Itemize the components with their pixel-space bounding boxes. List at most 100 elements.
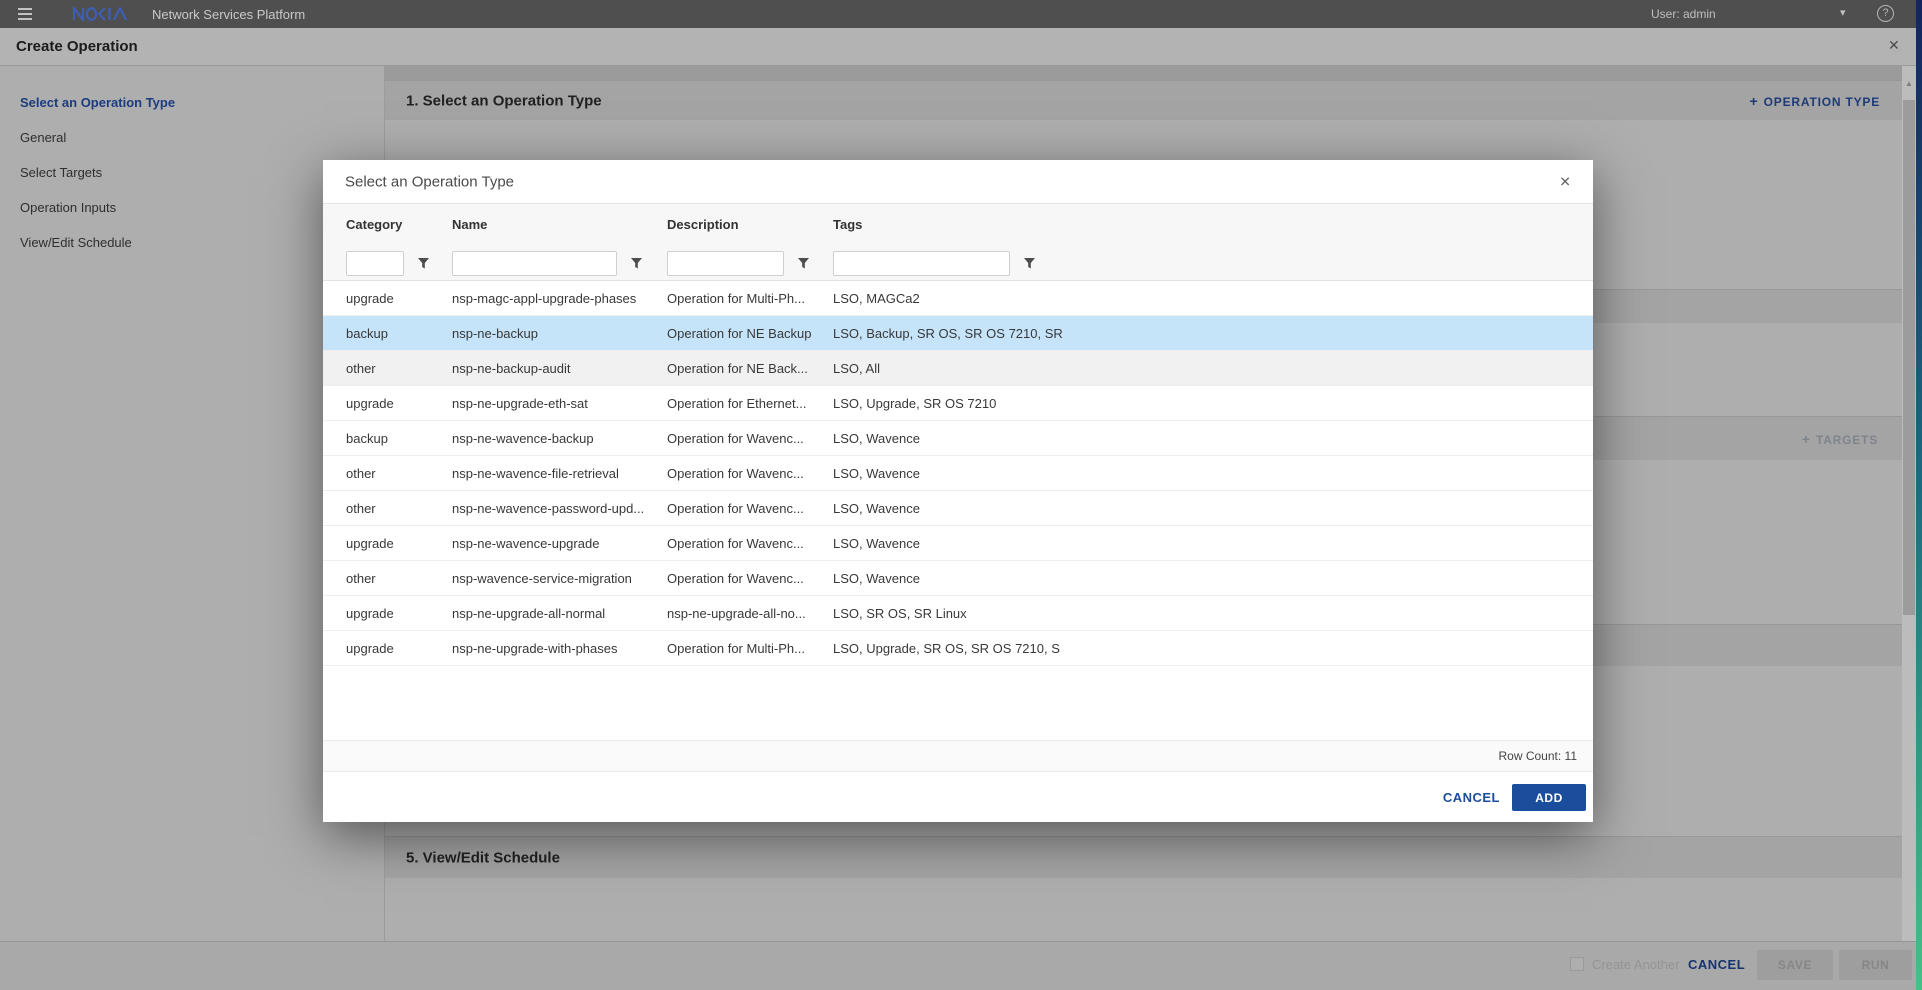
cell-description: Operation for Wavenc... [667, 501, 833, 516]
filter-category-input[interactable] [346, 251, 404, 276]
table-row[interactable]: upgrade nsp-ne-upgrade-eth-sat Operation… [323, 386, 1593, 421]
cell-description: Operation for Wavenc... [667, 466, 833, 481]
filter-funnel-icon[interactable] [1024, 258, 1035, 269]
table-column-labels: Category Name Description Tags [323, 204, 1593, 245]
cell-description: Operation for Ethernet... [667, 396, 833, 411]
plus-icon: + [1749, 93, 1757, 109]
cell-category: upgrade [346, 536, 452, 551]
cell-tags: LSO, Wavence [833, 431, 1593, 446]
menu-icon[interactable] [18, 8, 32, 20]
cell-name: nsp-ne-upgrade-with-phases [452, 641, 667, 656]
cell-tags: LSO, SR OS, SR Linux [833, 606, 1593, 621]
cell-category: other [346, 501, 452, 516]
cell-name: nsp-ne-backup-audit [452, 361, 667, 376]
dialog-add-button[interactable]: ADD [1512, 784, 1586, 811]
plus-icon: + [1802, 431, 1810, 447]
save-button[interactable]: SAVE [1757, 950, 1833, 980]
section-1-title: 1. Select an Operation Type [406, 92, 602, 109]
cell-tags: LSO, Wavence [833, 571, 1593, 586]
filter-funnel-icon[interactable] [631, 258, 642, 269]
run-button[interactable]: RUN [1839, 950, 1912, 980]
add-targets-button[interactable]: +TARGETS [1802, 431, 1878, 447]
table-row[interactable]: backup nsp-ne-backup Operation for NE Ba… [323, 316, 1593, 351]
dialog-title: Select an Operation Type [345, 173, 514, 190]
filter-tags-input[interactable] [833, 251, 1010, 276]
help-icon[interactable]: ? [1877, 5, 1894, 22]
sidebar-item-select-operation-type[interactable]: Select an Operation Type [0, 85, 384, 120]
cell-name: nsp-ne-wavence-file-retrieval [452, 466, 667, 481]
cell-description: Operation for Multi-Ph... [667, 641, 833, 656]
table-row[interactable]: other nsp-wavence-service-migration Oper… [323, 561, 1593, 596]
section-1-header: 1. Select an Operation Type +OPERATION T… [385, 80, 1902, 120]
cell-category: other [346, 361, 452, 376]
chevron-down-icon[interactable]: ▾ [1840, 6, 1846, 19]
table-row[interactable]: upgrade nsp-ne-upgrade-with-phases Opera… [323, 631, 1593, 666]
cell-name: nsp-magc-appl-upgrade-phases [452, 291, 667, 306]
cell-name: nsp-ne-upgrade-all-normal [452, 606, 667, 621]
table-header: Category Name Description Tags [323, 204, 1593, 281]
cell-category: upgrade [346, 396, 452, 411]
cell-tags: LSO, Backup, SR OS, SR OS 7210, SR [833, 326, 1593, 341]
page-background-gap [385, 66, 1902, 80]
cell-description: nsp-ne-upgrade-all-no... [667, 606, 833, 621]
table-row[interactable]: other nsp-ne-wavence-password-upd... Ope… [323, 491, 1593, 526]
column-tags: Tags [833, 217, 1593, 232]
table-row[interactable]: upgrade nsp-ne-upgrade-all-normal nsp-ne… [323, 596, 1593, 631]
user-menu[interactable]: User: admin [1651, 7, 1716, 21]
cell-name: nsp-ne-backup [452, 326, 667, 341]
cell-name: nsp-ne-wavence-password-upd... [452, 501, 667, 516]
table-footer: Row Count: 11 [323, 740, 1593, 772]
column-category: Category [346, 217, 452, 232]
brand-edge-stripe [1916, 0, 1922, 990]
filter-funnel-icon[interactable] [798, 258, 809, 269]
filter-description-input[interactable] [667, 251, 784, 276]
cell-description: Operation for Wavenc... [667, 431, 833, 446]
cell-description: Operation for NE Back... [667, 361, 833, 376]
operation-table-body: upgrade nsp-magc-appl-upgrade-phases Ope… [323, 281, 1593, 666]
table-row[interactable]: other nsp-ne-backup-audit Operation for … [323, 351, 1593, 386]
page-bar: Create Operation ✕ [0, 28, 1922, 66]
cell-category: upgrade [346, 641, 452, 656]
dialog-cancel-button[interactable]: CANCEL [1443, 790, 1500, 805]
cell-tags: LSO, Upgrade, SR OS 7210 [833, 396, 1593, 411]
cell-tags: LSO, Wavence [833, 501, 1593, 516]
cell-name: nsp-ne-wavence-upgrade [452, 536, 667, 551]
cell-tags: LSO, Wavence [833, 536, 1593, 551]
nokia-logo [72, 7, 130, 21]
column-description: Description [667, 217, 833, 232]
table-row[interactable]: backup nsp-ne-wavence-backup Operation f… [323, 421, 1593, 456]
sidebar-item-general[interactable]: General [0, 120, 384, 155]
scrollbar-up-icon[interactable]: ▲ [1903, 79, 1915, 88]
table-row[interactable]: upgrade nsp-magc-appl-upgrade-phases Ope… [323, 281, 1593, 316]
screen: Network Services Platform User: admin ▾ … [0, 0, 1922, 990]
add-operation-type-button[interactable]: +OPERATION TYPE [1749, 93, 1880, 109]
top-bar: Network Services Platform User: admin ▾ … [0, 0, 1922, 28]
cell-tags: LSO, Wavence [833, 466, 1593, 481]
table-row[interactable]: other nsp-ne-wavence-file-retrieval Oper… [323, 456, 1593, 491]
table-row[interactable]: upgrade nsp-ne-wavence-upgrade Operation… [323, 526, 1593, 561]
filter-name-input[interactable] [452, 251, 617, 276]
section-5-header: 5. View/Edit Schedule [385, 836, 1902, 878]
scrollbar-thumb[interactable] [1903, 100, 1915, 615]
cancel-button[interactable]: CANCEL [1688, 957, 1745, 972]
dialog-titlebar: Select an Operation Type ✕ [323, 160, 1593, 204]
table-filter-row [323, 245, 1593, 281]
filter-funnel-icon[interactable] [418, 258, 429, 269]
cell-description: Operation for Wavenc... [667, 536, 833, 551]
close-icon[interactable]: ✕ [1888, 37, 1900, 54]
cell-description: Operation for Multi-Ph... [667, 291, 833, 306]
app-title: Network Services Platform [152, 7, 305, 22]
section-5-body [385, 878, 1902, 941]
column-name: Name [452, 217, 667, 232]
cell-category: other [346, 571, 452, 586]
cell-category: backup [346, 431, 452, 446]
cell-name: nsp-wavence-service-migration [452, 571, 667, 586]
cell-tags: LSO, MAGCa2 [833, 291, 1593, 306]
select-operation-type-dialog: Select an Operation Type ✕ Category Name… [323, 160, 1593, 822]
page-title: Create Operation [16, 38, 138, 55]
dialog-close-icon[interactable]: ✕ [1559, 173, 1571, 190]
cell-description: Operation for Wavenc... [667, 571, 833, 586]
cell-description: Operation for NE Backup [667, 326, 833, 341]
create-another-checkbox[interactable] [1570, 957, 1584, 971]
row-count: Row Count: 11 [1499, 741, 1578, 771]
